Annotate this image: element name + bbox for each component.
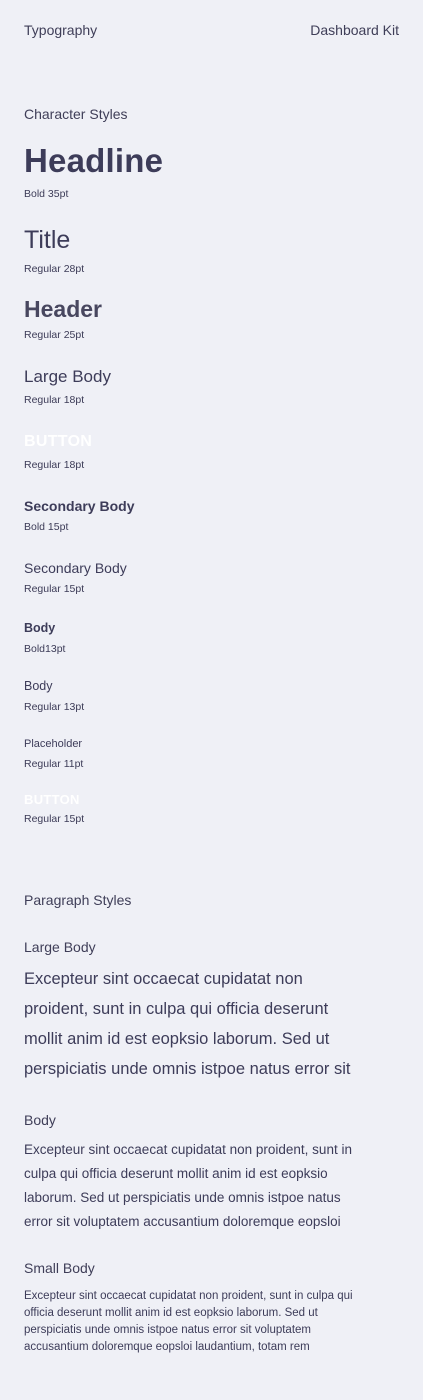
button-large-spec: Regular 18pt bbox=[24, 459, 85, 471]
kit-name: Dashboard Kit bbox=[310, 22, 399, 38]
body-paragraph-label: Body bbox=[24, 1112, 56, 1128]
button-large-sample: BUTTON bbox=[24, 433, 93, 450]
placeholder-sample: Placeholder bbox=[24, 738, 83, 750]
title-sample: Title bbox=[24, 226, 71, 254]
paragraph-styles-title: Paragraph Styles bbox=[24, 892, 132, 908]
body-bold-spec: Bold13pt bbox=[24, 643, 66, 655]
large-body-spec: Regular 18pt bbox=[24, 394, 85, 406]
headline-sample: Headline bbox=[24, 142, 164, 179]
large-body-paragraph-label: Large Body bbox=[24, 939, 96, 955]
small-body-paragraph: Excepteur sint occaecat cupidatat non pr… bbox=[24, 1290, 353, 1353]
button-small-spec: Regular 15pt bbox=[24, 813, 85, 825]
headline-spec: Bold 35pt bbox=[24, 188, 69, 200]
secondary-body-bold-spec: Bold 15pt bbox=[24, 521, 69, 533]
page-title: Typography bbox=[24, 22, 98, 38]
button-small-sample: BUTTON bbox=[24, 792, 80, 807]
placeholder-spec: Regular 11pt bbox=[24, 758, 84, 770]
header-sample: Header bbox=[24, 296, 102, 322]
large-body-sample: Large Body bbox=[24, 367, 111, 386]
title-spec: Regular 28pt bbox=[24, 263, 85, 275]
small-body-paragraph-label: Small Body bbox=[24, 1260, 95, 1276]
large-body-paragraph: Excepteur sint occaecat cupidatat non pr… bbox=[24, 970, 351, 1078]
character-styles-title: Character Styles bbox=[24, 106, 128, 122]
header-spec: Regular 25pt bbox=[24, 329, 85, 341]
secondary-body-sample: Secondary Body bbox=[24, 560, 127, 576]
secondary-body-bold-sample: Secondary Body bbox=[24, 498, 135, 514]
secondary-body-spec: Regular 15pt bbox=[24, 583, 85, 595]
body-bold-sample: Body bbox=[24, 621, 56, 635]
body-spec: Regular 13pt bbox=[24, 701, 85, 713]
body-paragraph: Excepteur sint occaecat cupidatat non pr… bbox=[24, 1142, 352, 1229]
body-sample: Body bbox=[24, 679, 53, 693]
